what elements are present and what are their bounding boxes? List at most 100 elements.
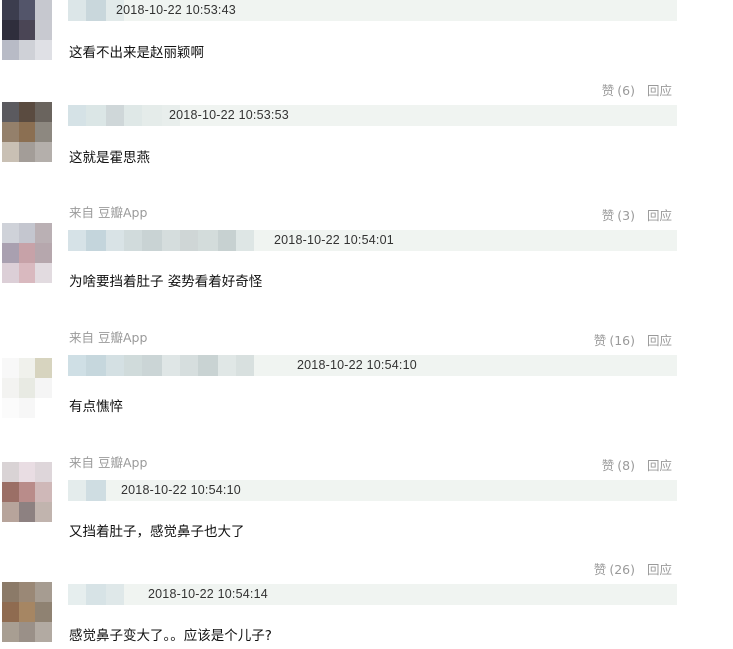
- avatar[interactable]: [2, 358, 52, 418]
- comment-meta-bar: 2018-10-22 10:53:53: [68, 105, 677, 126]
- avatar-pixel: [35, 502, 52, 522]
- author-blur-block: [86, 230, 106, 251]
- avatar-pixel: [18, 142, 36, 162]
- author-blur-block: [180, 230, 198, 251]
- reply-button[interactable]: 回应: [647, 455, 672, 474]
- avatar[interactable]: [2, 462, 52, 522]
- avatar-pixel: [35, 223, 52, 243]
- like-count: (8): [617, 458, 635, 473]
- avatar-pixel: [2, 243, 19, 263]
- author-name-blurred[interactable]: [68, 230, 254, 251]
- author-blur-block: [68, 105, 86, 126]
- comment-meta-bar: 2018-10-22 10:53:43: [68, 0, 677, 21]
- author-blur-block: [68, 480, 86, 501]
- avatar[interactable]: [2, 582, 52, 642]
- author-blur-block: [162, 230, 180, 251]
- avatar[interactable]: [2, 102, 52, 162]
- comment-text: 这就是霍思燕: [69, 150, 150, 166]
- author-blur-block: [68, 230, 86, 251]
- avatar-pixel: [35, 142, 52, 162]
- reply-button[interactable]: 回应: [647, 80, 672, 99]
- reply-button[interactable]: 回应: [647, 205, 672, 224]
- comment-text: 这看不出来是赵丽颖啊: [69, 45, 204, 61]
- author-blur-block: [198, 230, 218, 251]
- avatar-pixel: [2, 122, 19, 142]
- avatar-pixel: [35, 582, 52, 602]
- avatar-pixel: [2, 142, 19, 162]
- like-count: (16): [609, 333, 635, 348]
- avatar-pixel: [2, 462, 19, 482]
- author-blur-block: [218, 355, 236, 376]
- author-blur-block: [142, 230, 162, 251]
- like-button[interactable]: 赞 (6): [602, 80, 635, 99]
- author-name-blurred[interactable]: [68, 480, 106, 501]
- author-blur-block: [86, 105, 106, 126]
- avatar-pixel: [35, 40, 52, 60]
- author-blur-block: [142, 105, 162, 126]
- avatar-pixel: [18, 358, 36, 378]
- author-name-blurred[interactable]: [68, 355, 254, 376]
- comment-text: 有点憔悴: [69, 399, 123, 415]
- avatar-pixel: [18, 462, 36, 482]
- comment-timestamp: 2018-10-22 10:54:10: [297, 358, 417, 372]
- avatar-pixel: [2, 582, 19, 602]
- reply-button[interactable]: 回应: [647, 559, 672, 578]
- avatar-pixel: [2, 40, 19, 60]
- author-blur-block: [218, 230, 236, 251]
- comment-meta-bar: 2018-10-22 10:54:01: [68, 230, 677, 251]
- comment-actions: 赞 (6) 回应: [602, 80, 672, 99]
- avatar-pixel: [35, 243, 52, 263]
- comment-actions: 赞 (8) 回应: [602, 455, 672, 474]
- comment-meta-bar: 2018-10-22 10:54:10: [68, 355, 677, 376]
- avatar-pixel: [35, 0, 52, 20]
- avatar-pixel: [18, 602, 36, 622]
- avatar-pixel: [2, 223, 19, 243]
- avatar-pixel: [18, 40, 36, 60]
- author-blur-block: [124, 230, 142, 251]
- author-name-blurred[interactable]: [68, 105, 180, 126]
- like-button[interactable]: 赞 (26): [594, 559, 635, 578]
- like-count: (26): [609, 562, 635, 577]
- avatar-pixel: [18, 398, 36, 418]
- comment-meta-bar: 2018-10-22 10:54:10: [68, 480, 677, 501]
- comment-timestamp: 2018-10-22 10:54:01: [274, 233, 394, 247]
- avatar-pixel: [18, 122, 36, 142]
- avatar-pixel: [2, 622, 19, 642]
- author-blur-block: [86, 355, 106, 376]
- author-blur-block: [106, 230, 124, 251]
- avatar-pixel: [2, 263, 19, 283]
- avatar-pixel: [35, 462, 52, 482]
- comment-source: 来自 豆瓣App: [69, 205, 148, 220]
- author-blur-block: [124, 105, 142, 126]
- comment-actions: 赞 (16) 回应: [594, 330, 672, 349]
- avatar-pixel: [35, 602, 52, 622]
- comment-timestamp: 2018-10-22 10:54:10: [121, 483, 241, 497]
- comment-text: 为啥要挡着肚子 姿势看着好奇怪: [69, 274, 263, 290]
- author-name-blurred[interactable]: [68, 584, 124, 605]
- author-blur-block: [106, 584, 124, 605]
- avatar-pixel: [2, 0, 19, 20]
- avatar-pixel: [2, 602, 19, 622]
- author-blur-block: [68, 584, 86, 605]
- like-button[interactable]: 赞 (3): [602, 205, 635, 224]
- avatar-pixel: [35, 122, 52, 142]
- author-blur-block: [106, 355, 124, 376]
- avatar-pixel: [2, 398, 19, 418]
- avatar[interactable]: [2, 0, 52, 60]
- comment-text: 感觉鼻子变大了。。应该是个儿子?: [69, 628, 272, 644]
- like-button[interactable]: 赞 (8): [602, 455, 635, 474]
- comment-timestamp: 2018-10-22 10:54:14: [148, 587, 268, 601]
- reply-button[interactable]: 回应: [647, 330, 672, 349]
- author-blur-block: [198, 355, 218, 376]
- avatar-pixel: [2, 502, 19, 522]
- comment-actions: 赞 (26) 回应: [594, 559, 672, 578]
- avatar[interactable]: [2, 223, 52, 283]
- avatar-pixel: [35, 378, 52, 398]
- avatar-pixel: [18, 502, 36, 522]
- avatar-pixel: [18, 582, 36, 602]
- author-blur-block: [236, 355, 254, 376]
- author-blur-block: [142, 355, 162, 376]
- like-button[interactable]: 赞 (16): [594, 330, 635, 349]
- avatar-pixel: [2, 482, 19, 502]
- comment-timestamp: 2018-10-22 10:53:43: [116, 3, 236, 17]
